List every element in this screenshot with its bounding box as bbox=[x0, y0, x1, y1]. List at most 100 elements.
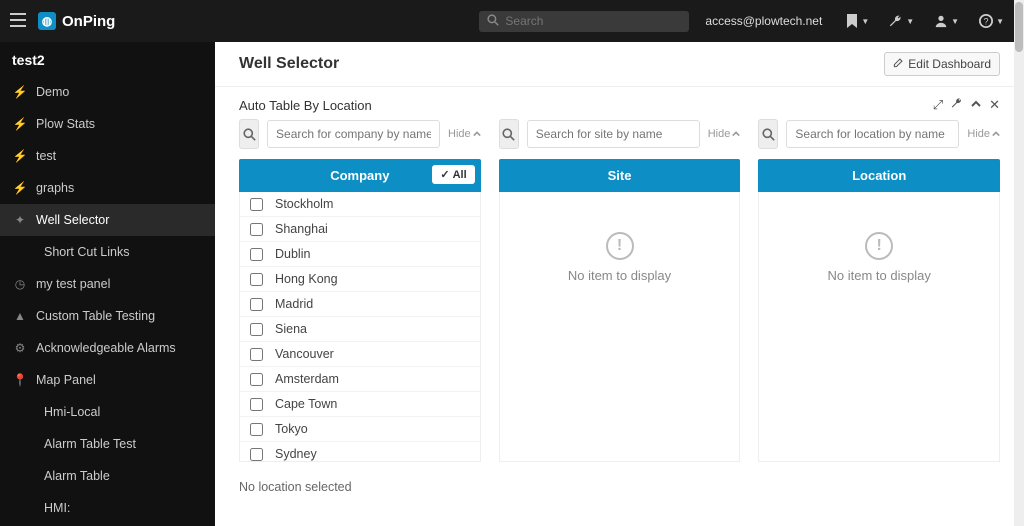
sidebar-item-label: Alarm Table Test bbox=[44, 437, 136, 451]
sidebar-item-label: HMI: bbox=[44, 501, 70, 515]
list-item[interactable]: Vancouver bbox=[240, 342, 480, 367]
sidebar-item-label: Map Panel bbox=[36, 373, 96, 387]
search-icon bbox=[487, 14, 499, 29]
list-item[interactable]: Cape Town bbox=[240, 392, 480, 417]
selection-status: No location selected bbox=[215, 472, 1024, 506]
list-item[interactable]: Siena bbox=[240, 317, 480, 342]
page-scrollbar[interactable] bbox=[1014, 0, 1024, 526]
menu-icon[interactable] bbox=[10, 13, 30, 30]
company-checkbox[interactable] bbox=[250, 323, 263, 336]
site-search-input[interactable] bbox=[527, 120, 700, 148]
account-email[interactable]: access@plowtech.net bbox=[705, 14, 822, 28]
hide-label: Hide bbox=[708, 128, 731, 140]
list-item[interactable]: Tokyo bbox=[240, 417, 480, 442]
app-logo[interactable]: ◍ OnPing bbox=[38, 12, 115, 30]
site-empty-text: No item to display bbox=[568, 268, 671, 283]
company-checkbox[interactable] bbox=[250, 348, 263, 361]
page-title: Well Selector bbox=[239, 55, 339, 73]
sidebar-item-hmi-local[interactable]: Hmi-Local bbox=[0, 396, 215, 428]
topbar: ◍ OnPing access@plowtech.net ▼ ▼ ▼ ? ▼ bbox=[0, 0, 1024, 42]
expand-icon[interactable]: ⤢ bbox=[933, 97, 943, 113]
location-hide-toggle[interactable]: Hide bbox=[967, 128, 1000, 140]
company-checkbox[interactable] bbox=[250, 248, 263, 261]
page-scrollbar-thumb[interactable] bbox=[1015, 2, 1023, 52]
site-hide-toggle[interactable]: Hide bbox=[708, 128, 741, 140]
list-item[interactable]: Amsterdam bbox=[240, 367, 480, 392]
help-icon: ? bbox=[979, 14, 993, 28]
company-name: Tokyo bbox=[275, 422, 308, 436]
sidebar-item-my-test-panel[interactable]: ◷ my test panel bbox=[0, 268, 215, 300]
user-icon bbox=[934, 14, 948, 28]
help-menu[interactable]: ? ▼ bbox=[979, 14, 1004, 28]
sidebar-item-label: graphs bbox=[36, 181, 74, 195]
company-column-header: Company ✓ All bbox=[239, 159, 481, 192]
company-name: Hong Kong bbox=[275, 272, 338, 286]
company-checkbox[interactable] bbox=[250, 198, 263, 211]
list-item[interactable]: Sydney bbox=[240, 442, 480, 462]
company-checkbox[interactable] bbox=[250, 373, 263, 386]
sidebar-item-map-panel[interactable]: 📍 Map Panel bbox=[0, 364, 215, 396]
user-menu[interactable]: ▼ bbox=[934, 14, 959, 28]
company-name: Amsterdam bbox=[275, 372, 339, 386]
sidebar-item-alarm-table[interactable]: Alarm Table bbox=[0, 460, 215, 492]
panel-controls: ⤢ ✕ bbox=[933, 97, 1000, 113]
company-name: Vancouver bbox=[275, 347, 334, 361]
sidebar-item-acknowledgeable-alarms[interactable]: ⚙Acknowledgeable Alarms bbox=[0, 332, 215, 364]
sidebar-item-short-cut-links[interactable]: Short Cut Links bbox=[0, 236, 215, 268]
select-all-button[interactable]: ✓ All bbox=[432, 165, 474, 184]
lightning-icon: ⚡ bbox=[12, 85, 28, 99]
company-checkbox[interactable] bbox=[250, 223, 263, 236]
company-checkbox[interactable] bbox=[250, 398, 263, 411]
company-search-button[interactable] bbox=[239, 119, 259, 149]
close-icon[interactable]: ✕ bbox=[989, 97, 1000, 113]
sidebar-item-well-selector[interactable]: ✦Well Selector bbox=[0, 204, 215, 236]
site-search-button[interactable] bbox=[499, 119, 519, 149]
edit-dashboard-label: Edit Dashboard bbox=[908, 57, 991, 71]
list-item[interactable]: Dublin bbox=[240, 242, 480, 267]
sidebar-item-plow-stats[interactable]: ⚡Plow Stats bbox=[0, 108, 215, 140]
sidebar-item-hmi-[interactable]: HMI: bbox=[0, 492, 215, 524]
company-list[interactable]: StockholmShanghai Dublin Hong Kong MadridSi… bbox=[239, 192, 481, 462]
company-name: Cape Town bbox=[275, 397, 337, 411]
pin-icon: 📍 bbox=[12, 373, 28, 387]
sidebar-item-graphs[interactable]: ⚡graphs bbox=[0, 172, 215, 204]
sidebar-item-label: Alarm Table bbox=[44, 469, 110, 483]
list-item[interactable]: Hong Kong bbox=[240, 267, 480, 292]
company-checkbox[interactable] bbox=[250, 448, 263, 461]
company-checkbox[interactable] bbox=[250, 423, 263, 436]
sidebar-item-label: Custom Table Testing bbox=[36, 309, 155, 323]
tools-menu[interactable]: ▼ bbox=[889, 14, 914, 28]
list-item[interactable]: Stockholm bbox=[240, 192, 480, 217]
company-search-input[interactable] bbox=[267, 120, 440, 148]
sidebar-item-custom-table-testing[interactable]: ▲Custom Table Testing bbox=[0, 300, 215, 332]
company-name: Dublin bbox=[275, 247, 310, 261]
company-hide-toggle[interactable]: Hide bbox=[448, 128, 481, 140]
alert-icon: ! bbox=[865, 232, 893, 260]
list-item[interactable]: Madrid bbox=[240, 292, 480, 317]
company-checkbox[interactable] bbox=[250, 298, 263, 311]
lightning-icon: ⚡ bbox=[12, 117, 28, 131]
gauge-icon: ◷ bbox=[12, 277, 28, 291]
page-header: Well Selector Edit Dashboard bbox=[215, 42, 1024, 87]
edit-dashboard-button[interactable]: Edit Dashboard bbox=[884, 52, 1000, 76]
settings-icon[interactable] bbox=[951, 97, 963, 113]
location-column: Hide Location ! No item to display bbox=[758, 119, 1000, 462]
bookmark-menu[interactable]: ▼ bbox=[846, 14, 869, 28]
global-search-input[interactable] bbox=[505, 14, 681, 28]
list-item[interactable]: Shanghai bbox=[240, 217, 480, 242]
global-search[interactable] bbox=[479, 11, 689, 32]
sidebar-item-label: my test panel bbox=[36, 277, 110, 291]
location-search-input[interactable] bbox=[786, 120, 959, 148]
wrench-icon bbox=[889, 14, 903, 28]
site-column: Hide Site ! No item to display bbox=[499, 119, 741, 462]
sidebar-item-demo[interactable]: ⚡Demo bbox=[0, 76, 215, 108]
site-column-header: Site bbox=[499, 159, 741, 192]
sidebar-item-test[interactable]: ⚡test bbox=[0, 140, 215, 172]
sidebar-item-alarm-table-test[interactable]: Alarm Table Test bbox=[0, 428, 215, 460]
workspace-title: test2 bbox=[0, 42, 215, 76]
logo-mark-icon: ◍ bbox=[38, 12, 56, 30]
location-search-button[interactable] bbox=[758, 119, 778, 149]
company-column: Hide Company ✓ All StockholmShanghai Dubl… bbox=[239, 119, 481, 462]
chevron-up-icon[interactable] bbox=[971, 97, 981, 113]
company-checkbox[interactable] bbox=[250, 273, 263, 286]
